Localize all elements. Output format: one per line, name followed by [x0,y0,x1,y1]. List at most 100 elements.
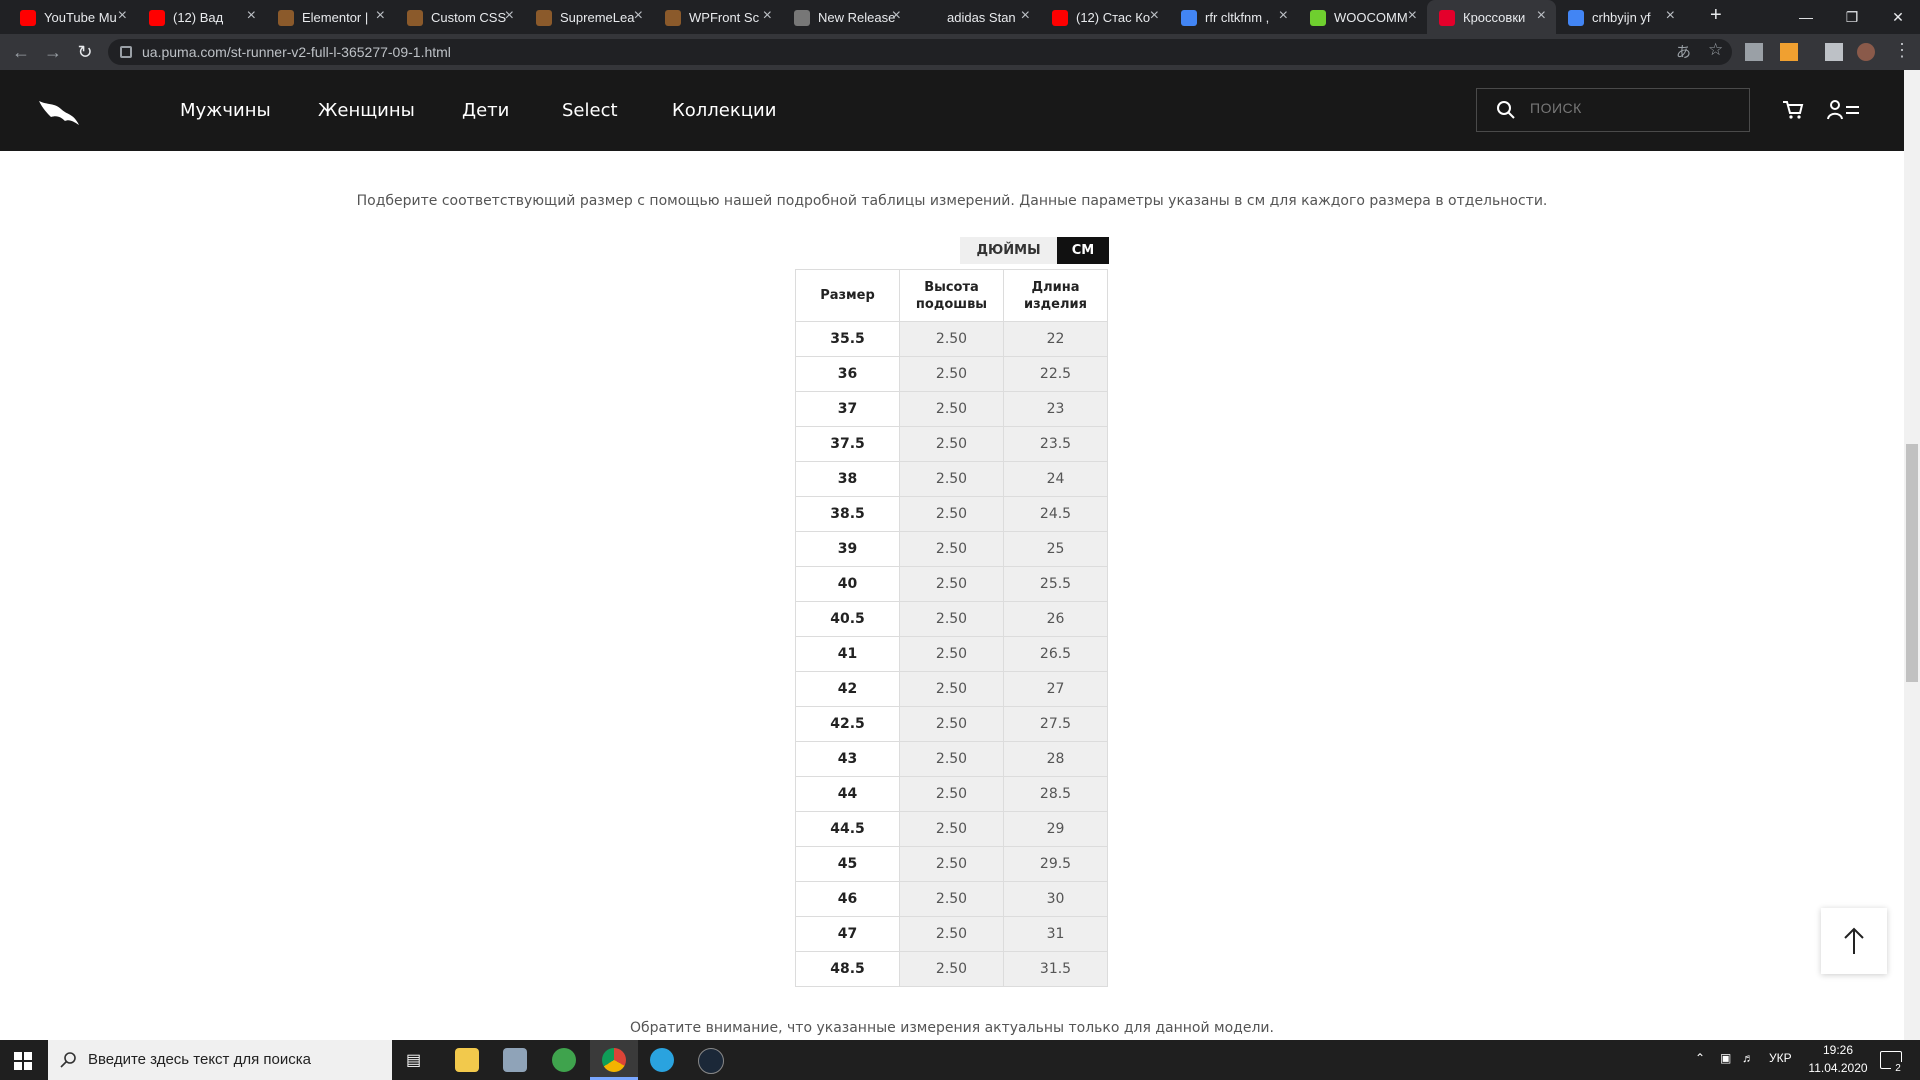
tab-title: SupremeLea [560,9,635,25]
reload-button[interactable]: ↻ [72,39,98,65]
nav-select[interactable]: Select [562,100,618,121]
site-icon [665,10,681,26]
extension-icon[interactable] [1745,43,1763,61]
browser-tab[interactable]: Custom CSS × [395,0,524,34]
restore-window-button[interactable]: ❐ [1829,0,1875,34]
tab-title: (12) Стас Ко [1076,9,1151,25]
browser-tab[interactable]: Elementor | × [266,0,395,34]
tab-close-icon[interactable]: × [247,7,256,25]
chrome-menu-icon[interactable]: ⋮ [1893,40,1911,61]
close-window-button[interactable]: ✕ [1875,0,1920,34]
table-row: 45 2.50 29.5 [795,846,1108,882]
translate-icon[interactable]: あ [1676,41,1691,62]
youtube-icon [149,10,165,26]
tab-title: Elementor | [302,9,369,25]
sole-height-cell: 2.50 [899,776,1004,812]
tab-close-icon[interactable]: × [634,7,643,25]
browser-tab[interactable]: rfr cltkfnm , × [1169,0,1298,34]
windows-start-icon[interactable] [14,1052,32,1070]
nav-kids[interactable]: Дети [462,100,509,121]
nav-women[interactable]: Женщины [318,100,415,121]
steam-icon[interactable] [698,1048,724,1074]
size-cell: 35.5 [795,321,900,357]
browser-tab[interactable]: (12) Стас Ко × [1040,0,1169,34]
sole-height-cell: 2.50 [899,811,1004,847]
clock-date[interactable]: 11.04.2020 [1808,1061,1868,1075]
back-button[interactable]: ← [8,39,34,65]
table-header-row: Размер Высота подошвы Длина изделия [795,269,1108,322]
nav-collections[interactable]: Коллекции [672,100,776,121]
size-cell: 46 [795,881,900,917]
clock-time[interactable]: 19:26 [1808,1043,1868,1057]
minimize-window-button[interactable]: — [1783,0,1829,34]
browser-tab[interactable]: WPFront Sc × [653,0,782,34]
size-cell: 37 [795,391,900,427]
tab-close-icon[interactable]: × [1279,7,1288,25]
length-cell: 24.5 [1003,496,1108,532]
tab-close-icon[interactable]: × [1666,7,1675,25]
column-header-size: Размер [795,269,900,322]
length-cell: 22 [1003,321,1108,357]
table-row: 40.5 2.50 26 [795,601,1108,637]
sole-height-cell: 2.50 [899,321,1004,357]
site-icon [536,10,552,26]
tab-close-icon[interactable]: × [892,7,901,25]
browser-tab[interactable]: WOOCOMM × [1298,0,1427,34]
account-menu-icon[interactable] [1827,99,1861,121]
scrollbar-thumb[interactable] [1906,444,1918,682]
network-icon[interactable]: ▣ [1720,1051,1731,1065]
table-row: 36 2.50 22.5 [795,356,1108,392]
arrow-up-icon [1310,10,1326,26]
puma-logo-icon[interactable] [37,95,81,129]
sole-height-cell: 2.50 [899,426,1004,462]
tab-close-icon[interactable]: × [376,7,385,25]
size-cell: 43 [795,741,900,777]
google-icon [1181,10,1197,26]
tab-close-icon[interactable]: × [505,7,514,25]
bookmark-star-icon[interactable]: ☆ [1708,40,1723,60]
unit-toggle-cm[interactable]: СМ [1057,237,1109,264]
search-input[interactable] [1476,88,1750,132]
browser-tab[interactable]: Кроссовки × [1427,0,1556,34]
tab-close-icon[interactable]: × [763,7,772,25]
new-tab-button[interactable]: + [1710,4,1722,27]
task-view-icon[interactable]: ▤ [406,1050,421,1070]
tray-chevron-up-icon[interactable]: ⌃ [1695,1051,1705,1065]
tab-close-icon[interactable]: × [1021,7,1030,25]
tab-close-icon[interactable]: × [1537,7,1546,25]
browser-tab[interactable]: crhbyijn yf × [1556,0,1685,34]
volume-icon[interactable]: ♬ [1742,1051,1754,1065]
extension-icon[interactable] [1780,43,1798,61]
telegram-icon[interactable] [650,1048,674,1072]
size-guide-note: Обратите внимание, что указанные измерен… [630,1020,1274,1036]
length-cell: 23.5 [1003,426,1108,462]
nav-men[interactable]: Мужчины [180,100,271,121]
tab-title: adidas Stan [947,9,1016,25]
app-icon[interactable] [503,1048,527,1072]
browser-tab[interactable]: (12) Вад × [137,0,266,34]
table-row: 41 2.50 26.5 [795,636,1108,672]
unit-toggle-inches[interactable]: ДЮЙМЫ [960,237,1057,264]
forward-button[interactable]: → [40,39,66,65]
scroll-to-top-button[interactable] [1821,908,1887,974]
browser-tab[interactable]: YouTube Mu × [8,0,137,34]
length-cell: 23 [1003,391,1108,427]
browser-tab[interactable]: New Release × [782,0,911,34]
tab-close-icon[interactable]: × [1408,7,1417,25]
browser-tab[interactable]: adidas Stan × [911,0,1040,34]
file-explorer-icon[interactable] [455,1048,479,1072]
tab-close-icon[interactable]: × [118,7,127,25]
size-cell: 42 [795,671,900,707]
tab-close-icon[interactable]: × [1150,7,1159,25]
app-icon[interactable] [552,1048,576,1072]
media-control-icon[interactable] [1825,43,1843,61]
length-cell: 25 [1003,531,1108,567]
size-chart-table: Размер Высота подошвы Длина изделия 35.5… [795,269,1108,987]
tab-title: WOOCOMM [1334,9,1408,25]
profile-avatar[interactable] [1857,43,1875,61]
cart-icon[interactable] [1782,100,1804,120]
length-cell: 31 [1003,916,1108,952]
browser-tab[interactable]: SupremeLea × [524,0,653,34]
sole-height-cell: 2.50 [899,531,1004,567]
language-indicator[interactable]: УКР [1769,1051,1792,1065]
